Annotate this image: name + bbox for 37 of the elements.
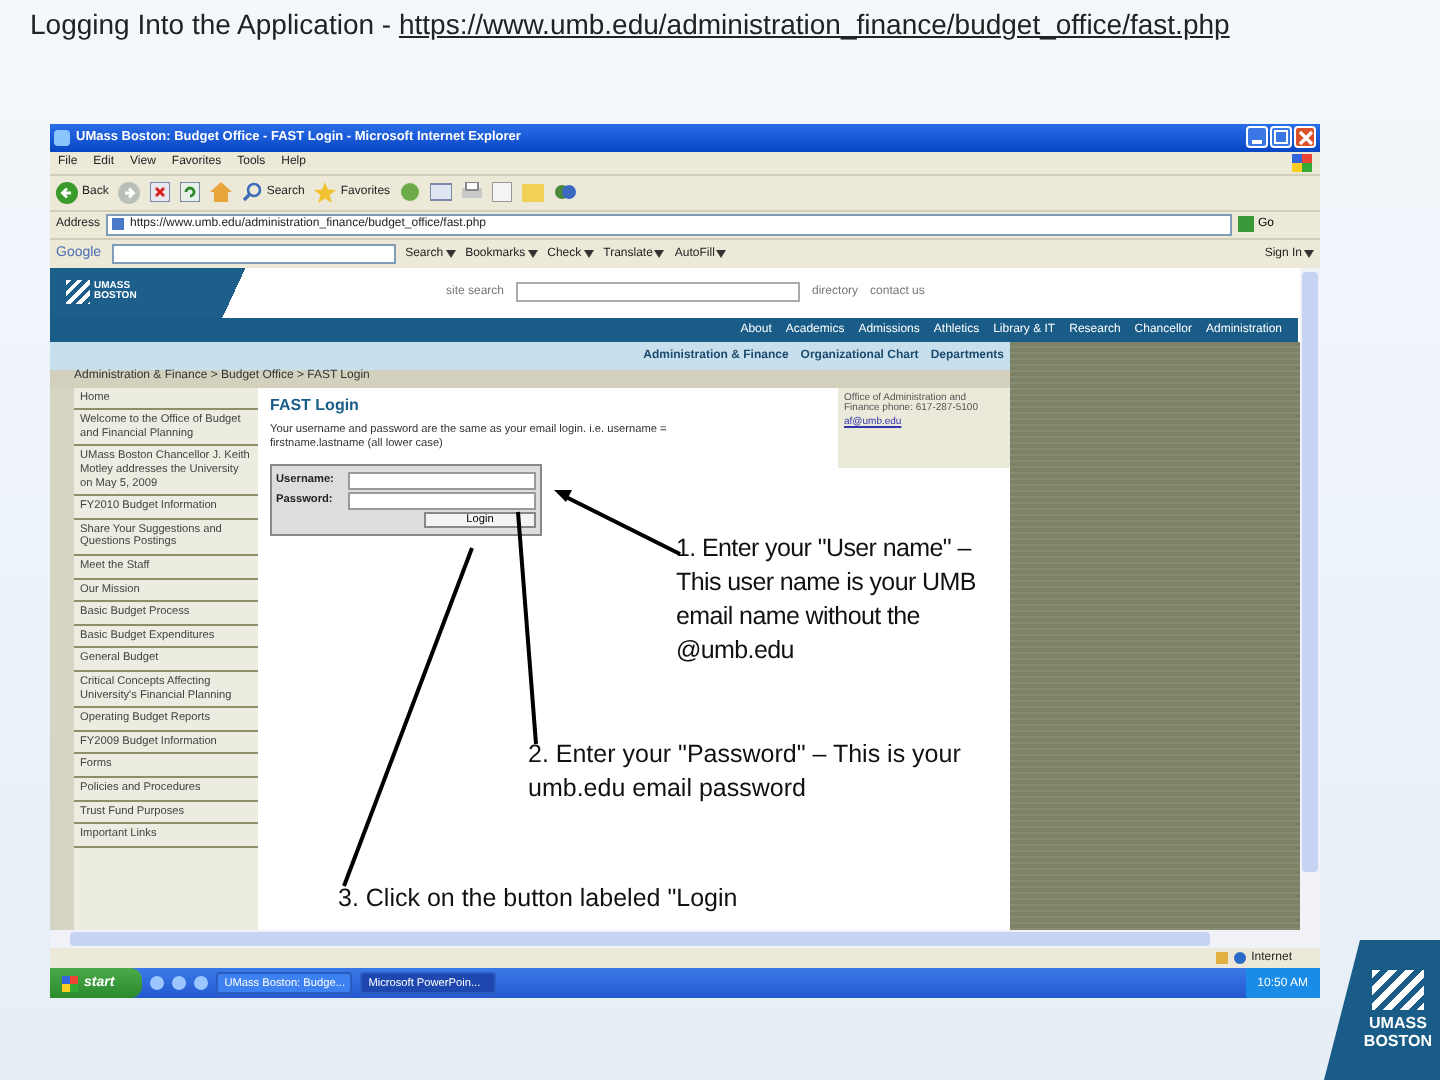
- username-field[interactable]: [348, 471, 536, 490]
- stop-icon[interactable]: [150, 182, 171, 203]
- print-icon[interactable]: [462, 182, 483, 203]
- google-search-field[interactable]: [111, 243, 396, 264]
- home-icon[interactable]: [210, 182, 233, 203]
- caret-icon: [1304, 249, 1314, 258]
- page-icon: [112, 218, 125, 231]
- caret-icon: [445, 249, 456, 258]
- logo-text: UMASS BOSTON: [1363, 1014, 1432, 1050]
- caret-icon: [716, 249, 727, 258]
- vertical-scrollbar[interactable]: [1300, 267, 1320, 931]
- horizontal-scrollbar[interactable]: [50, 930, 1320, 949]
- minimize-button[interactable]: [1246, 126, 1268, 149]
- caret-icon: [654, 249, 665, 258]
- forward-arrow-icon[interactable]: [118, 181, 141, 204]
- star-icon: [314, 181, 337, 204]
- link[interactable]: https://www.umb.edu/administration_finance/budget_office/fast.php: [398, 8, 1230, 40]
- refresh-icon[interactable]: [180, 182, 201, 203]
- logo-mark-icon: [66, 280, 90, 305]
- caret-icon: [583, 249, 594, 258]
- back-arrow-icon: [56, 181, 78, 204]
- password-field[interactable]: [348, 491, 536, 510]
- windows-logo-icon: [62, 975, 78, 992]
- windows-logo-icon: [1292, 153, 1312, 172]
- close-button[interactable]: [1294, 126, 1316, 149]
- close-icon: [1297, 129, 1313, 146]
- caret-icon: [527, 249, 538, 258]
- instruction-text: 3. Click on the button labeled "Login: [338, 882, 738, 916]
- search-icon: [242, 182, 263, 203]
- instruction-text: 2. Enter your "Password" – This is your umb.edu email password: [528, 738, 963, 806]
- site-search-field[interactable]: [516, 282, 801, 303]
- instruction-text: 1. Enter your "User name" – This user name is your UMB email name without the @umb.edu: [676, 532, 978, 668]
- logo-mark-icon: [1371, 970, 1424, 1010]
- page-heading: FAST Login: [270, 395, 361, 414]
- slide-title: Logging Into the Application - https://www.umb.edu/administration_finance/budget_office/fast.php: [30, 8, 1230, 40]
- maximize-button[interactable]: [1270, 126, 1292, 149]
- leader-arrow: [554, 490, 681, 556]
